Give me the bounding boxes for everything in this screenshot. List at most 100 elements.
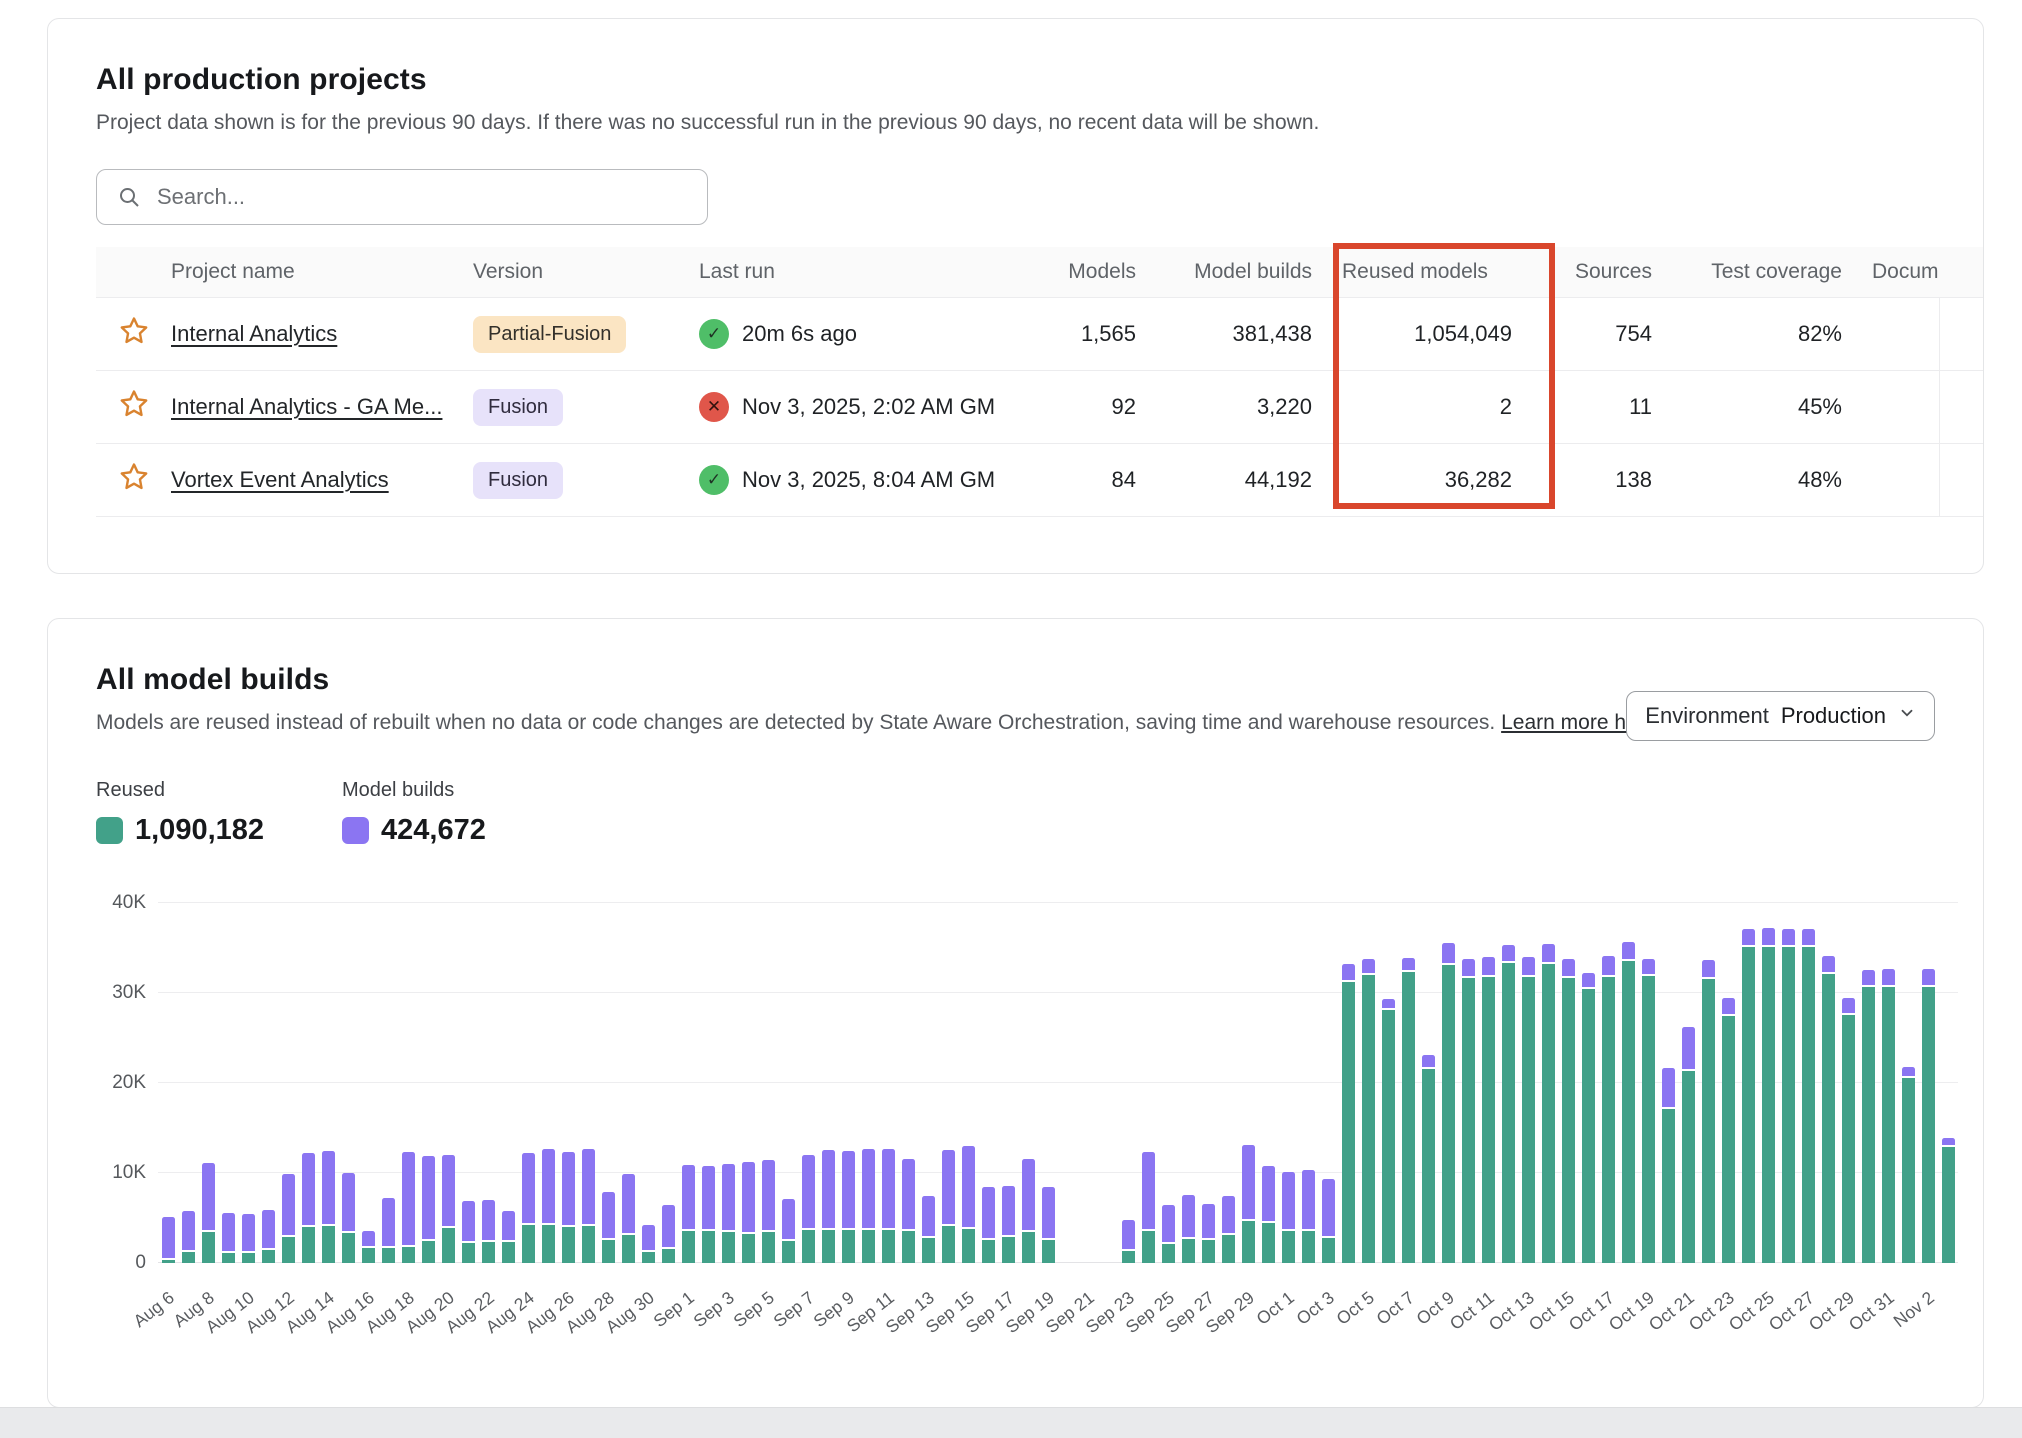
bar-reused-sep-9[interactable] [842,1230,855,1263]
bar-reused-oct-18[interactable] [1622,961,1635,1263]
bar-reused-oct-27[interactable] [1802,947,1815,1263]
bar-builds-sep-2[interactable] [702,1166,715,1229]
bar-builds-aug-27[interactable] [582,1149,595,1224]
bar-builds-oct-24[interactable] [1742,929,1755,945]
bar-reused-aug-13[interactable] [302,1227,315,1263]
bar-reused-nov-1[interactable] [1902,1078,1915,1263]
bar-builds-aug-20[interactable] [442,1155,455,1226]
bar-reused-sep-23[interactable] [1122,1251,1135,1263]
bar-reused-oct-7[interactable] [1402,972,1415,1263]
bar-builds-oct-30[interactable] [1862,970,1875,985]
bar-builds-sep-1[interactable] [682,1165,695,1229]
bar-reused-sep-30[interactable] [1262,1223,1275,1263]
bar-builds-oct-17[interactable] [1602,956,1615,975]
bar-builds-sep-26[interactable] [1182,1195,1195,1237]
bar-builds-aug-15[interactable] [342,1173,355,1231]
bar-builds-sep-4[interactable] [742,1162,755,1232]
bar-builds-sep-14[interactable] [942,1150,955,1224]
bar-builds-sep-24[interactable] [1142,1152,1155,1229]
bar-reused-oct-16[interactable] [1582,989,1595,1263]
bar-reused-nov-2[interactable] [1922,987,1935,1263]
bar-reused-oct-23[interactable] [1722,1016,1735,1263]
bar-builds-oct-16[interactable] [1582,973,1595,987]
bar-reused-aug-23[interactable] [502,1242,515,1263]
bar-reused-aug-11[interactable] [262,1250,275,1263]
bar-builds-aug-18[interactable] [402,1152,415,1245]
bar-builds-aug-17[interactable] [382,1198,395,1246]
bar-reused-sep-16[interactable] [982,1240,995,1263]
bar-reused-aug-14[interactable] [322,1226,335,1263]
bar-reused-sep-13[interactable] [922,1238,935,1263]
bar-reused-oct-3[interactable] [1322,1238,1335,1263]
bar-reused-aug-20[interactable] [442,1228,455,1263]
bar-reused-sep-10[interactable] [862,1230,875,1263]
bar-reused-aug-17[interactable] [382,1248,395,1263]
bar-builds-aug-19[interactable] [422,1156,435,1239]
bar-reused-aug-25[interactable] [542,1225,555,1263]
bar-builds-aug-13[interactable] [302,1153,315,1225]
bar-reused-sep-24[interactable] [1142,1231,1155,1263]
bar-builds-oct-2[interactable] [1302,1170,1315,1229]
bar-builds-oct-10[interactable] [1462,959,1475,976]
bar-builds-oct-25[interactable] [1762,928,1775,945]
bar-builds-oct-3[interactable] [1322,1179,1335,1236]
bar-builds-aug-31[interactable] [662,1205,675,1247]
bar-builds-aug-24[interactable] [522,1153,535,1223]
bar-reused-aug-7[interactable] [182,1252,195,1263]
bar-reused-oct-17[interactable] [1602,977,1615,1263]
bar-reused-aug-26[interactable] [562,1227,575,1263]
bar-builds-nov-1[interactable] [1902,1067,1915,1076]
bar-builds-oct-1[interactable] [1282,1172,1295,1229]
bar-builds-sep-6[interactable] [782,1199,795,1239]
bar-builds-sep-23[interactable] [1122,1220,1135,1249]
bar-builds-oct-22[interactable] [1702,960,1715,977]
bar-builds-oct-21[interactable] [1682,1027,1695,1069]
bar-builds-aug-12[interactable] [282,1174,295,1235]
bar-reused-sep-4[interactable] [742,1234,755,1263]
bar-builds-aug-23[interactable] [502,1211,515,1240]
bar-builds-sep-13[interactable] [922,1196,935,1236]
bar-builds-sep-8[interactable] [822,1150,835,1228]
bar-builds-aug-8[interactable] [202,1163,215,1230]
bar-reused-oct-4[interactable] [1342,982,1355,1263]
bar-builds-sep-25[interactable] [1162,1205,1175,1242]
project-link[interactable]: Internal Analytics [171,321,337,346]
favorite-star-icon[interactable] [117,314,151,348]
bar-reused-nov-3[interactable] [1942,1147,1955,1263]
bar-reused-sep-29[interactable] [1242,1221,1255,1263]
bar-reused-oct-15[interactable] [1562,978,1575,1263]
bar-reused-aug-16[interactable] [362,1248,375,1263]
bar-reused-oct-13[interactable] [1522,977,1535,1263]
bar-reused-aug-31[interactable] [662,1249,675,1263]
bar-builds-aug-26[interactable] [562,1152,575,1225]
bar-reused-sep-2[interactable] [702,1231,715,1263]
bar-builds-oct-28[interactable] [1822,956,1835,972]
favorite-star-icon[interactable] [117,460,151,494]
bar-reused-oct-10[interactable] [1462,978,1475,1263]
bar-reused-aug-19[interactable] [422,1241,435,1263]
bar-builds-oct-4[interactable] [1342,964,1355,980]
bar-reused-sep-19[interactable] [1042,1240,1055,1263]
bar-reused-oct-28[interactable] [1822,974,1835,1263]
bar-builds-sep-30[interactable] [1262,1166,1275,1221]
bar-builds-aug-14[interactable] [322,1151,335,1224]
bar-reused-aug-12[interactable] [282,1237,295,1263]
bar-reused-oct-6[interactable] [1382,1010,1395,1263]
bar-reused-aug-18[interactable] [402,1247,415,1263]
bar-reused-sep-1[interactable] [682,1231,695,1263]
bar-reused-sep-17[interactable] [1002,1237,1015,1263]
bar-reused-sep-3[interactable] [722,1232,735,1263]
bar-builds-oct-19[interactable] [1642,959,1655,974]
project-link[interactable]: Vortex Event Analytics [171,467,389,492]
search-box[interactable] [96,169,708,225]
bar-builds-aug-21[interactable] [462,1201,475,1241]
bar-builds-oct-29[interactable] [1842,998,1855,1013]
bar-reused-oct-19[interactable] [1642,976,1655,1263]
bar-reused-oct-12[interactable] [1502,963,1515,1263]
bar-builds-nov-2[interactable] [1922,969,1935,985]
bar-builds-sep-7[interactable] [802,1155,815,1228]
bar-reused-sep-28[interactable] [1222,1235,1235,1263]
search-input[interactable] [155,183,687,211]
bar-builds-sep-11[interactable] [882,1149,895,1228]
bar-builds-aug-6[interactable] [162,1217,175,1258]
